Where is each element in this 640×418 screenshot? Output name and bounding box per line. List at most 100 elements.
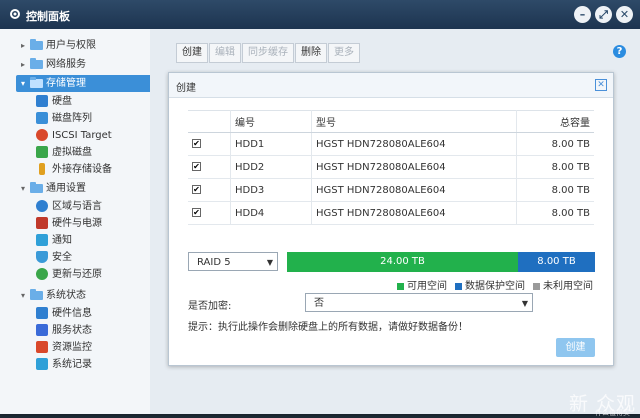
sidebar-item-label: 通知 (52, 235, 72, 246)
model-column-header: 型号 (311, 110, 517, 133)
caret-right-icon[interactable]: ▸ (18, 37, 28, 54)
available-space-segment: 24.00 TB (287, 252, 518, 272)
warning-hint: 提示：执行此操作会删除硬盘上的所有数据，请做好数据备份！ (188, 322, 468, 333)
folder-open-icon (30, 77, 43, 88)
control-panel-window: 控制面板 – ⤢ ✕ ▸ 用户与权限 ▸ 网络服务 ▾ 存储管理 硬盘 磁盘阵列 (0, 0, 640, 414)
sidebar: ▸ 用户与权限 ▸ 网络服务 ▾ 存储管理 硬盘 磁盘阵列 ISCSI Targ… (0, 29, 162, 414)
legend-label: 可用空间 (407, 281, 447, 292)
encrypt-value: 否 (314, 298, 324, 309)
edit-toolbar-button[interactable]: 编辑 (209, 43, 241, 63)
encrypt-select[interactable]: 否 ▼ (305, 293, 533, 312)
dialog-header: 创建 ✕ (169, 73, 613, 98)
disk-number: HDD3 (230, 178, 312, 202)
help-icon[interactable]: ? (613, 45, 626, 58)
legend-protection: 数据保护空间 (455, 277, 525, 292)
sidebar-item-label: 更新与还原 (52, 269, 102, 280)
close-icon[interactable]: ✕ (595, 79, 607, 91)
disk-capacity: 8.00 TB (516, 132, 594, 156)
create-raid-dialog: 创建 ✕ 编号 型号 总容量 ✔ HDD1 HGST HDN728080ALE6… (168, 72, 614, 366)
sidebar-item-label: 外接存储设备 (52, 164, 112, 175)
disk-number: HDD2 (230, 155, 312, 179)
sidebar-item-label: 磁盘阵列 (52, 113, 92, 124)
legend-label: 未利用空间 (543, 281, 593, 292)
disk-capacity: 8.00 TB (516, 178, 594, 202)
caret-right-icon[interactable]: ▸ (18, 56, 28, 73)
folder-icon (30, 58, 43, 69)
sidebar-item-label: 通用设置 (46, 183, 86, 194)
sidebar-item-label: 虚拟磁盘 (52, 147, 92, 158)
disk-icon (36, 95, 48, 107)
disk-number: HDD4 (230, 201, 312, 225)
gear-icon (10, 9, 20, 19)
disk-checkbox[interactable]: ✔ (192, 185, 201, 194)
dialog-title: 创建 (176, 83, 196, 94)
protection-space-segment: 8.00 TB (518, 252, 595, 272)
disk-checkbox[interactable]: ✔ (192, 139, 201, 148)
raid-level-select[interactable]: RAID 5 ▼ (188, 252, 278, 271)
legend-swatch (397, 282, 404, 290)
sidebar-item-storage[interactable]: ▾ 存储管理 (16, 75, 162, 92)
title-bar[interactable]: 控制面板 – ⤢ ✕ (0, 0, 640, 29)
capacity-legend: 可用空间 数据保护空间 未利用空间 (397, 277, 593, 292)
gear-icon (36, 200, 48, 212)
sidebar-item-label: 资源监控 (52, 342, 92, 353)
wrench-icon (36, 217, 48, 229)
sidebar-item-label: 系统记录 (52, 359, 92, 370)
legend-swatch (533, 282, 540, 290)
table-row[interactable]: ✔ HDD2 HGST HDN728080ALE604 8.00 TB (188, 155, 594, 179)
refresh-icon (36, 268, 48, 280)
table-row[interactable]: ✔ HDD3 HGST HDN728080ALE604 8.00 TB (188, 178, 594, 202)
chat-icon (36, 234, 48, 246)
caret-down-icon[interactable]: ▾ (18, 75, 28, 92)
sidebar-item-label: 硬件与电源 (52, 218, 102, 229)
iscsi-icon (36, 129, 48, 141)
folder-icon (30, 182, 43, 193)
shield-icon (36, 251, 48, 263)
disk-checkbox[interactable]: ✔ (192, 162, 201, 171)
capacity-bar: 24.00 TB 8.00 TB (287, 252, 595, 272)
folder-icon (30, 289, 43, 300)
sidebar-item-label: 安全 (52, 252, 72, 263)
chevron-down-icon: ▼ (266, 258, 273, 267)
delete-toolbar-button[interactable]: 删除 (295, 43, 327, 63)
sync-cache-button[interactable]: 同步缓存 (242, 43, 294, 63)
number-column-header: 编号 (230, 110, 312, 133)
legend-unused: 未利用空间 (533, 277, 593, 292)
sidebar-item-label: 区域与语言 (52, 201, 102, 212)
table-header-row: 编号 型号 总容量 (188, 110, 594, 133)
maximize-button[interactable]: ⤢ (595, 6, 612, 23)
more-toolbar-button[interactable]: 更多 (328, 43, 360, 63)
raid-icon (36, 112, 48, 124)
disk-model: HGST HDN728080ALE604 (311, 201, 517, 225)
caret-down-icon[interactable]: ▾ (18, 180, 28, 197)
legend-swatch (455, 282, 462, 290)
info-icon (36, 307, 48, 319)
disk-model: HGST HDN728080ALE604 (311, 132, 517, 156)
window-title: 控制面板 (26, 10, 70, 23)
caret-down-icon[interactable]: ▾ (18, 287, 28, 304)
capacity-column-header: 总容量 (516, 110, 594, 133)
disk-checkbox[interactable]: ✔ (192, 208, 201, 217)
sidebar-item-label: ISCSI Target (52, 130, 112, 141)
encrypt-label: 是否加密: (188, 301, 232, 312)
watermark-sub: 什么值得买 (595, 409, 630, 417)
minimize-button[interactable]: – (574, 6, 591, 23)
create-button[interactable]: 创建 (556, 338, 595, 357)
table-row[interactable]: ✔ HDD4 HGST HDN728080ALE604 8.00 TB (188, 201, 594, 225)
sidebar-item-label: 硬件信息 (52, 308, 92, 319)
sidebar-item-label: 硬盘 (52, 96, 72, 107)
disk-model: HGST HDN728080ALE604 (311, 155, 517, 179)
toolbar: 创建 编辑 同步缓存 删除 更多 (176, 43, 361, 63)
sidebar-item-label: 存储管理 (46, 78, 86, 89)
chevron-down-icon: ▼ (521, 299, 528, 308)
disk-capacity: 8.00 TB (516, 201, 594, 225)
sidebar-item-label: 网络服务 (46, 59, 86, 70)
virtual-disk-icon (36, 146, 48, 158)
table-row[interactable]: ✔ HDD1 HGST HDN728080ALE604 8.00 TB (188, 132, 594, 156)
close-button[interactable]: ✕ (616, 6, 633, 23)
create-toolbar-button[interactable]: 创建 (176, 43, 208, 63)
disk-table: 编号 型号 总容量 ✔ HDD1 HGST HDN728080ALE604 8.… (188, 110, 594, 225)
sidebar-item-label: 服务状态 (52, 325, 92, 336)
sidebar-item-label: 系统状态 (46, 290, 86, 301)
raid-level-value: RAID 5 (197, 257, 231, 268)
